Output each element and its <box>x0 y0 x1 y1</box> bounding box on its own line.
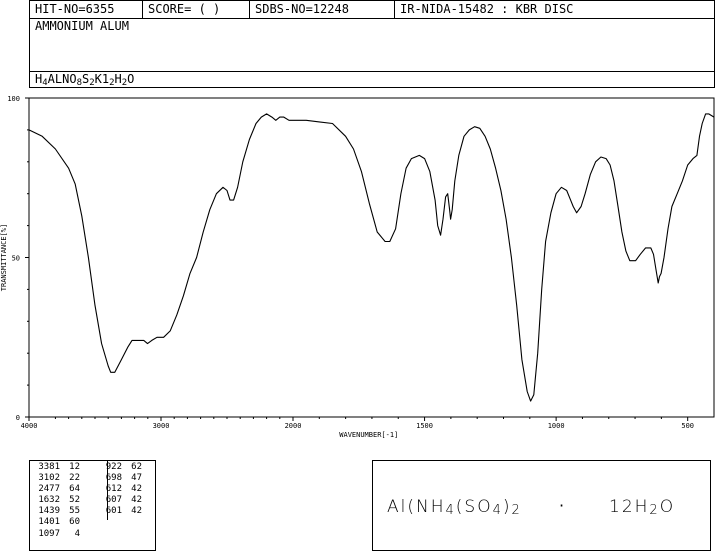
peak-transmittance: 42 <box>131 506 142 517</box>
y-axis-label: TRANSMITTANCE[%] <box>0 224 8 291</box>
x-tick-label: 4000 <box>21 422 38 430</box>
peak-transmittance: 62 <box>131 462 142 472</box>
peak-transmittance: 47 <box>131 473 142 484</box>
y-tick-label: 0 <box>16 414 20 422</box>
peak-transmittance: 42 <box>131 495 142 506</box>
sdbs-number: SDBS-NO=12248 <box>249 1 394 18</box>
x-tick-label: 3000 <box>153 422 170 430</box>
peak-wavenumber: 1097 <box>38 528 60 539</box>
y-tick-label: 50 <box>12 255 20 263</box>
x-axis-label: WAVENUMBER[-1] <box>339 431 398 439</box>
peak-row: 3381 12 922 62 <box>32 462 142 473</box>
y-tick-label: 100 <box>7 95 20 103</box>
peak-transmittance: 52 <box>69 495 80 506</box>
peak-transmittance: 64 <box>69 484 80 495</box>
peak-row: 1097 4 <box>32 529 142 540</box>
plot-frame <box>28 97 715 418</box>
peak-transmittance <box>122 517 142 528</box>
ir-info: IR-NIDA-15482 : KBR DISC <box>394 1 714 18</box>
peak-wavenumber: 2477 <box>38 484 60 495</box>
structure-formula: Al(NH4(SO4)2 <box>387 497 522 518</box>
peak-wavenumber: 3102 <box>38 473 60 484</box>
peak-transmittance: 55 <box>69 506 80 517</box>
peak-wavenumber: 607 <box>105 495 122 506</box>
peak-wavenumber <box>94 529 122 540</box>
peak-transmittance: 12 <box>69 462 80 472</box>
peak-row: 3102 22 698 47 <box>32 473 142 484</box>
peak-row: 2477 64 612 42 <box>32 484 142 495</box>
peak-wavenumber: 612 <box>105 484 122 495</box>
molecular-formula: H4ALNO8S2K12H2O <box>35 72 135 88</box>
compound-name: AMMONIUM ALUM <box>35 19 129 33</box>
peak-row: 1439 55 601 42 <box>32 506 142 517</box>
x-tick-label: 1500 <box>416 422 433 430</box>
peak-wavenumber: 3381 <box>38 462 60 472</box>
score-field: SCORE= ( ) <box>142 1 249 18</box>
hydrate-dot: · <box>559 496 565 515</box>
peak-wavenumber: 601 <box>105 506 122 517</box>
peak-wavenumber: 1632 <box>38 495 60 506</box>
x-tick-label: 500 <box>681 422 694 430</box>
peak-transmittance: 4 <box>74 528 80 539</box>
peak-wavenumber: 1439 <box>38 506 60 517</box>
peak-row: 1632 52 607 42 <box>32 495 142 506</box>
water-of-crystallization: 12H2O <box>609 497 676 518</box>
peak-row: 1401 60 <box>32 517 142 528</box>
peak-list: 3381 12 922 62 3102 22 698 47 2477 64 612 42 1632 52 6… <box>32 462 142 540</box>
x-tick-label: 1000 <box>548 422 565 430</box>
structure-box: Al(NH4(SO4)2 · 12H2O <box>372 460 711 551</box>
peak-transmittance: 22 <box>69 473 80 484</box>
header-box: HIT-NO=6355 SCORE= ( ) SDBS-NO=12248 IR-… <box>29 0 715 88</box>
hit-number: HIT-NO=6355 <box>35 2 115 16</box>
peak-wavenumber: 922 <box>105 462 122 472</box>
peak-transmittance: 42 <box>131 484 142 495</box>
peak-wavenumber <box>94 517 122 528</box>
peak-wavenumber: 1401 <box>38 517 60 528</box>
peak-transmittance: 60 <box>69 517 80 528</box>
peak-wavenumber: 698 <box>105 473 122 484</box>
x-tick-label: 2000 <box>285 422 302 430</box>
spectrum-line <box>28 113 715 402</box>
peak-transmittance <box>122 529 142 540</box>
